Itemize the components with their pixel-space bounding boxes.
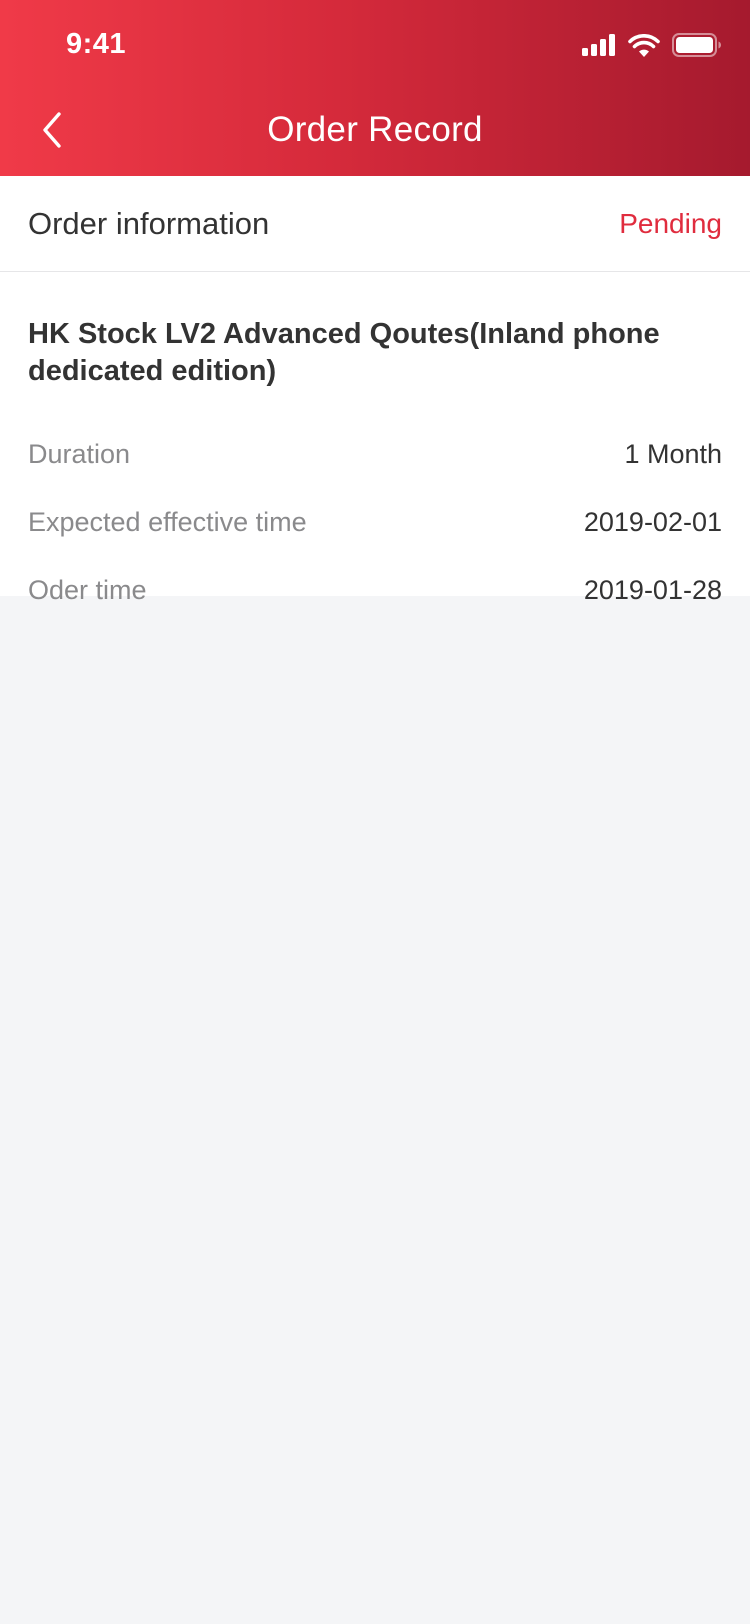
- detail-label: Oder time: [28, 574, 147, 605]
- status-time: 9:41: [66, 28, 127, 60]
- product-name: HK Stock LV2 Advanced Qoutes(Inland phon…: [28, 318, 660, 387]
- detail-value: 2019-02-01: [583, 506, 722, 537]
- battery-icon: [672, 33, 722, 62]
- detail-label: Duration: [28, 438, 131, 469]
- detail-label: Expected effective time: [28, 506, 307, 537]
- status-icons: [582, 33, 722, 62]
- wifi-icon: [628, 33, 660, 62]
- cellular-signal-icon: [582, 34, 616, 61]
- order-status-badge: Pending: [619, 207, 722, 239]
- order-info-header: Order information Pending: [0, 176, 750, 272]
- detail-row-effective-time: Expected effective time 2019-02-01: [28, 488, 722, 556]
- detail-row-duration: Duration 1 Month: [28, 420, 722, 488]
- detail-value: 2019-01-28: [583, 574, 722, 605]
- detail-row-order-time: Oder time 2019-01-28: [28, 556, 722, 624]
- order-detail-card: HK Stock LV2 Advanced Qoutes(Inland phon…: [0, 272, 750, 605]
- navigation-bar: Order Record: [0, 88, 750, 176]
- status-bar: 9:41: [0, 0, 750, 88]
- order-info-title: Order information: [28, 205, 270, 241]
- page-title: Order Record: [267, 110, 483, 149]
- detail-value: 1 Month: [624, 438, 722, 469]
- app-header: 9:41 Order Record: [0, 0, 750, 176]
